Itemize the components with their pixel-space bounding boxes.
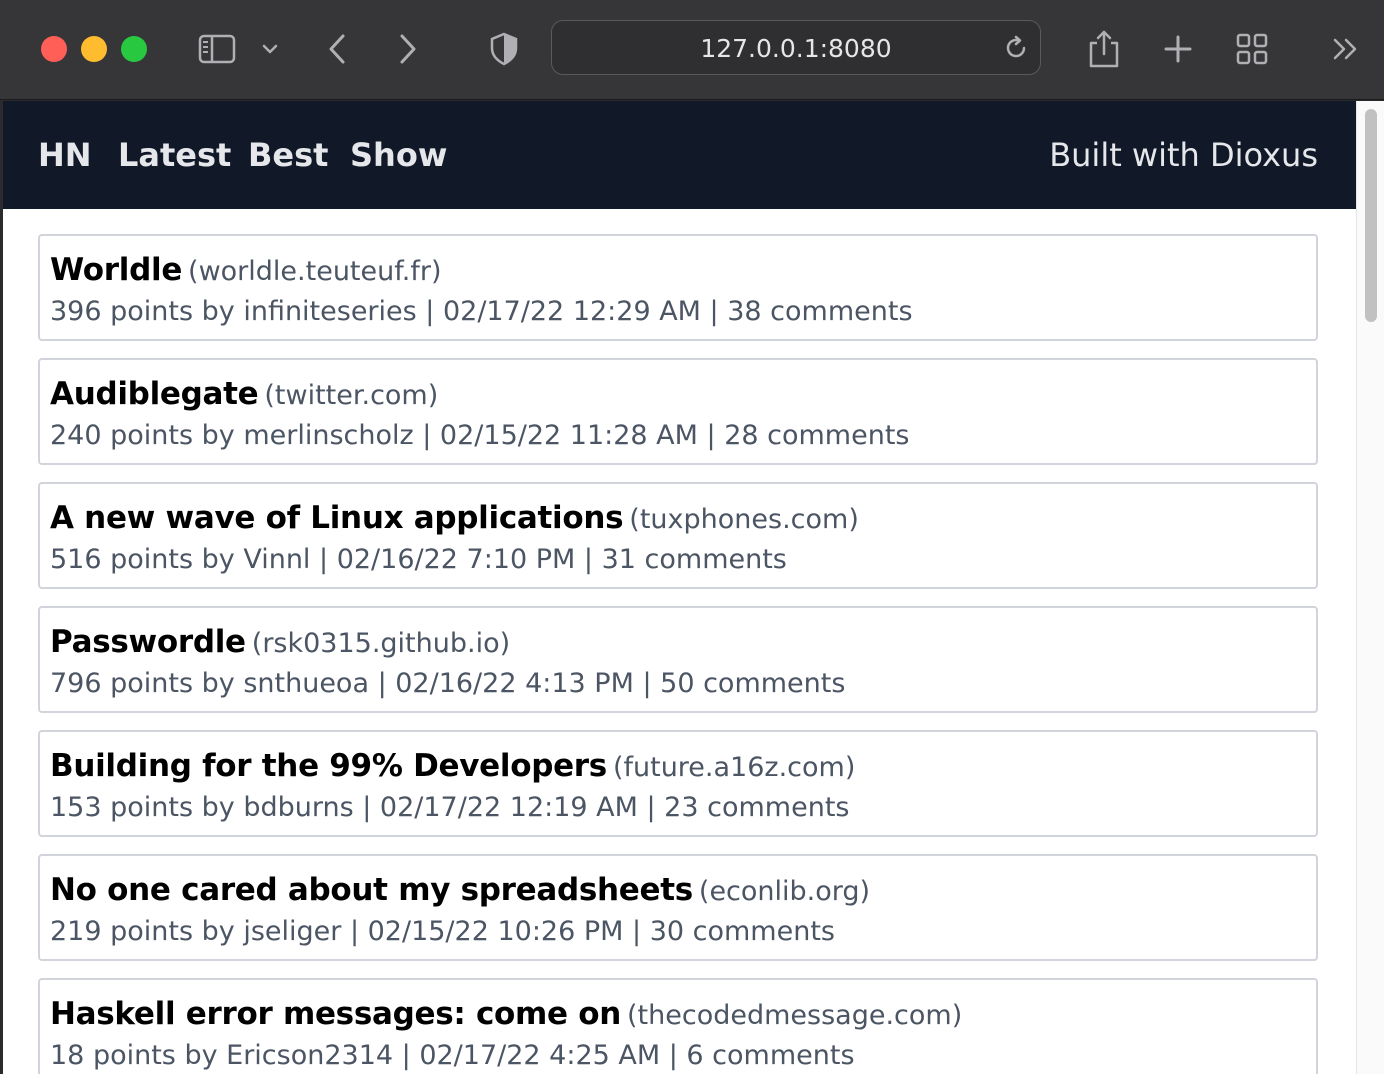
- address-bar[interactable]: 127.0.0.1:8080: [551, 20, 1041, 75]
- story-domain: (tuxphones.com): [629, 504, 859, 535]
- nav-link-best[interactable]: Best: [248, 101, 328, 209]
- browser-toolbar: 127.0.0.1:8080: [0, 0, 1384, 100]
- more-icon[interactable]: [1328, 27, 1362, 71]
- story-title[interactable]: A new wave of Linux applications: [50, 500, 624, 536]
- story-card: Haskell error messages: come on (thecoded…: [38, 978, 1318, 1074]
- sidebar-icon[interactable]: [196, 27, 238, 71]
- page-viewport: HN Latest Best Show Built with Dioxus Wo…: [3, 101, 1384, 1074]
- plus-icon[interactable]: [1160, 27, 1196, 71]
- story-list: Worldle (worldle.teuteuf.fr) 396 points b…: [38, 234, 1318, 1074]
- story-domain: (econlib.org): [698, 876, 871, 907]
- story-meta[interactable]: 516 points by Vinnl | 02/16/22 7:10 PM |…: [50, 540, 1306, 580]
- story-domain: (thecodedmessage.com): [627, 1000, 963, 1031]
- story-card: Worldle (worldle.teuteuf.fr) 396 points b…: [38, 234, 1318, 341]
- close-window-button[interactable]: [41, 36, 67, 62]
- story-title[interactable]: Building for the 99% Developers: [50, 748, 607, 784]
- tabs-overview-icon[interactable]: [1234, 27, 1270, 71]
- story-title[interactable]: Haskell error messages: come on: [50, 996, 621, 1032]
- story-title[interactable]: Audiblegate: [50, 376, 259, 412]
- back-icon[interactable]: [322, 27, 352, 71]
- story-domain: (worldle.teuteuf.fr): [188, 256, 442, 287]
- url-text: 127.0.0.1:8080: [700, 34, 892, 63]
- story-card: Audiblegate (twitter.com) 240 points by m…: [38, 358, 1318, 465]
- story-domain: (rsk0315.github.io): [251, 628, 511, 659]
- story-meta[interactable]: 18 points by Ericson2314 | 02/17/22 4:25…: [50, 1036, 1306, 1074]
- story-card: Passwordle (rsk0315.github.io) 796 points…: [38, 606, 1318, 713]
- nav-link-latest[interactable]: Latest: [118, 101, 231, 209]
- shield-icon[interactable]: [487, 27, 521, 71]
- story-card: No one cared about my spreadsheets (econl…: [38, 854, 1318, 961]
- scrollbar-thumb[interactable]: [1365, 109, 1377, 322]
- built-with-dioxus-link[interactable]: Built with Dioxus: [1049, 101, 1318, 209]
- story-title[interactable]: Worldle: [50, 252, 182, 288]
- story-meta[interactable]: 240 points by merlinscholz | 02/15/22 11…: [50, 416, 1306, 456]
- story-card: A new wave of Linux applications (tuxphon…: [38, 482, 1318, 589]
- story-meta[interactable]: 219 points by jseliger | 02/15/22 10:26 …: [50, 912, 1306, 952]
- forward-icon[interactable]: [393, 27, 423, 71]
- story-domain: (twitter.com): [264, 380, 439, 411]
- nav-link-show[interactable]: Show: [350, 101, 447, 209]
- story-title[interactable]: No one cared about my spreadsheets: [50, 872, 693, 908]
- share-icon[interactable]: [1086, 27, 1122, 71]
- story-meta[interactable]: 396 points by infiniteseries | 02/17/22 …: [50, 292, 1306, 332]
- reload-icon[interactable]: [1002, 34, 1030, 67]
- story-domain: (future.a16z.com): [612, 752, 856, 783]
- story-title[interactable]: Passwordle: [50, 624, 246, 660]
- zoom-window-button[interactable]: [121, 36, 147, 62]
- story-meta[interactable]: 153 points by bdburns | 02/17/22 12:19 A…: [50, 788, 1306, 828]
- chevron-down-icon[interactable]: [259, 27, 281, 71]
- site-navbar: HN Latest Best Show Built with Dioxus: [3, 101, 1356, 209]
- nav-link-hn[interactable]: HN: [38, 101, 92, 209]
- story-meta[interactable]: 796 points by snthueoa | 02/16/22 4:13 P…: [50, 664, 1306, 704]
- story-card: Building for the 99% Developers (future.a…: [38, 730, 1318, 837]
- minimize-window-button[interactable]: [81, 36, 107, 62]
- scrollbar[interactable]: [1356, 101, 1384, 1074]
